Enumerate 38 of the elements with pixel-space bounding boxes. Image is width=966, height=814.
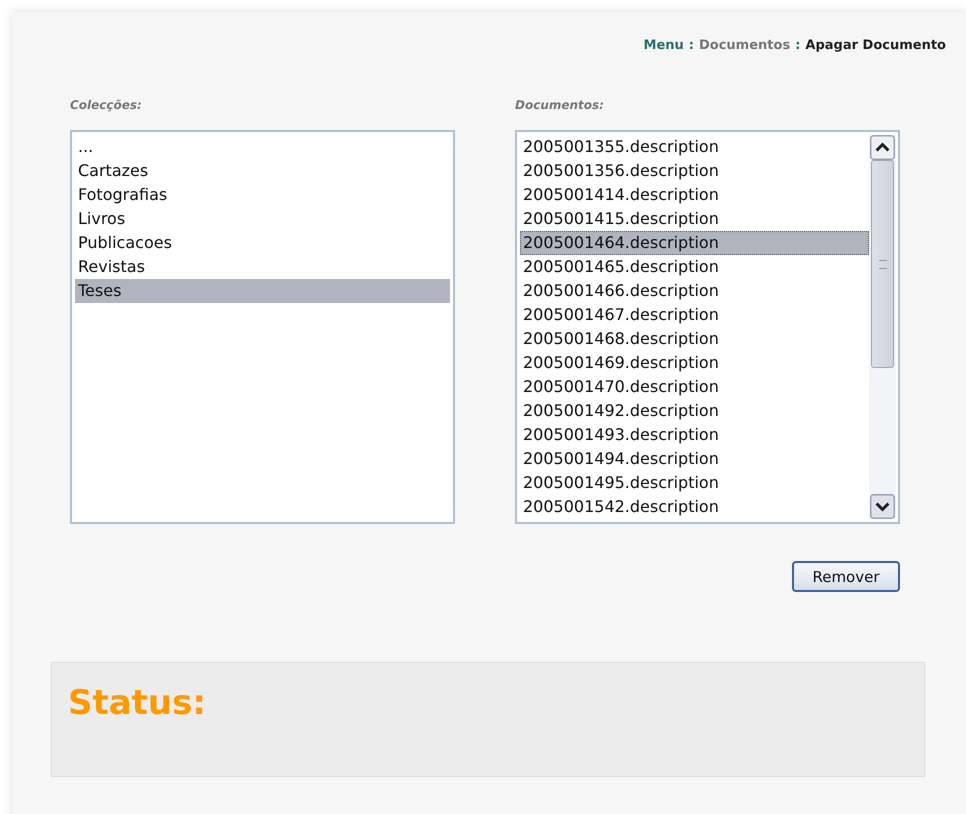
document-option[interactable]: 2005001495.description (520, 471, 869, 495)
scrollbar[interactable] (869, 135, 896, 519)
collection-option[interactable]: Revistas (75, 255, 450, 279)
collection-option[interactable]: Livros (75, 207, 450, 231)
document-option[interactable]: 2005001468.description (520, 327, 869, 351)
breadcrumb-link[interactable]: Menu (644, 38, 684, 58)
document-option[interactable]: 2005001355.description (520, 135, 869, 159)
documents-list[interactable] (515, 130, 900, 524)
collection-option[interactable]: ... (75, 135, 450, 159)
document-option[interactable]: 2005001414.description (520, 183, 869, 207)
document-option[interactable]: 2005001465.description (520, 255, 869, 279)
document-option[interactable]: 2005001469.description (520, 351, 869, 375)
status-title: Status: (68, 683, 206, 723)
scroll-down-button[interactable] (870, 494, 895, 519)
document-option[interactable]: 2005001470.description (520, 375, 869, 399)
scroll-up-button[interactable] (870, 135, 895, 160)
documents-label: Documentos: (515, 98, 605, 112)
document-option[interactable]: 2005001493.description (520, 423, 869, 447)
breadcrumb-link[interactable]: Documentos (699, 38, 790, 58)
document-option[interactable]: 2005001492.description (520, 399, 869, 423)
collection-option[interactable]: Fotografias (75, 183, 450, 207)
collections-list[interactable]: ... Cartazes Fotografias Livros Publicacoes Revistas Teses (70, 130, 455, 524)
collections-label: Colecções: (70, 98, 143, 112)
remove-button[interactable]: Remover (792, 561, 900, 592)
breadcrumb-separator: : (688, 38, 694, 55)
collection-option[interactable]: Teses (75, 279, 450, 303)
document-option[interactable]: 2005001415.description (520, 207, 869, 231)
document-option[interactable]: 2005001356.description (520, 159, 869, 183)
document-option[interactable]: 2005001467.description (520, 303, 869, 327)
document-option[interactable]: 2005001466.description (520, 279, 869, 303)
document-option[interactable]: 2005001542.description (520, 495, 869, 519)
document-option[interactable]: 2005001464.description (520, 231, 869, 255)
breadcrumb-current: Apagar Documento (805, 38, 946, 55)
collection-option[interactable]: Cartazes (75, 159, 450, 183)
document-option[interactable]: 2005001494.description (520, 447, 869, 471)
breadcrumb-separator: : (795, 38, 800, 55)
scrollbar-thumb[interactable] (871, 160, 894, 368)
collection-option[interactable]: Publicacoes (75, 231, 450, 255)
